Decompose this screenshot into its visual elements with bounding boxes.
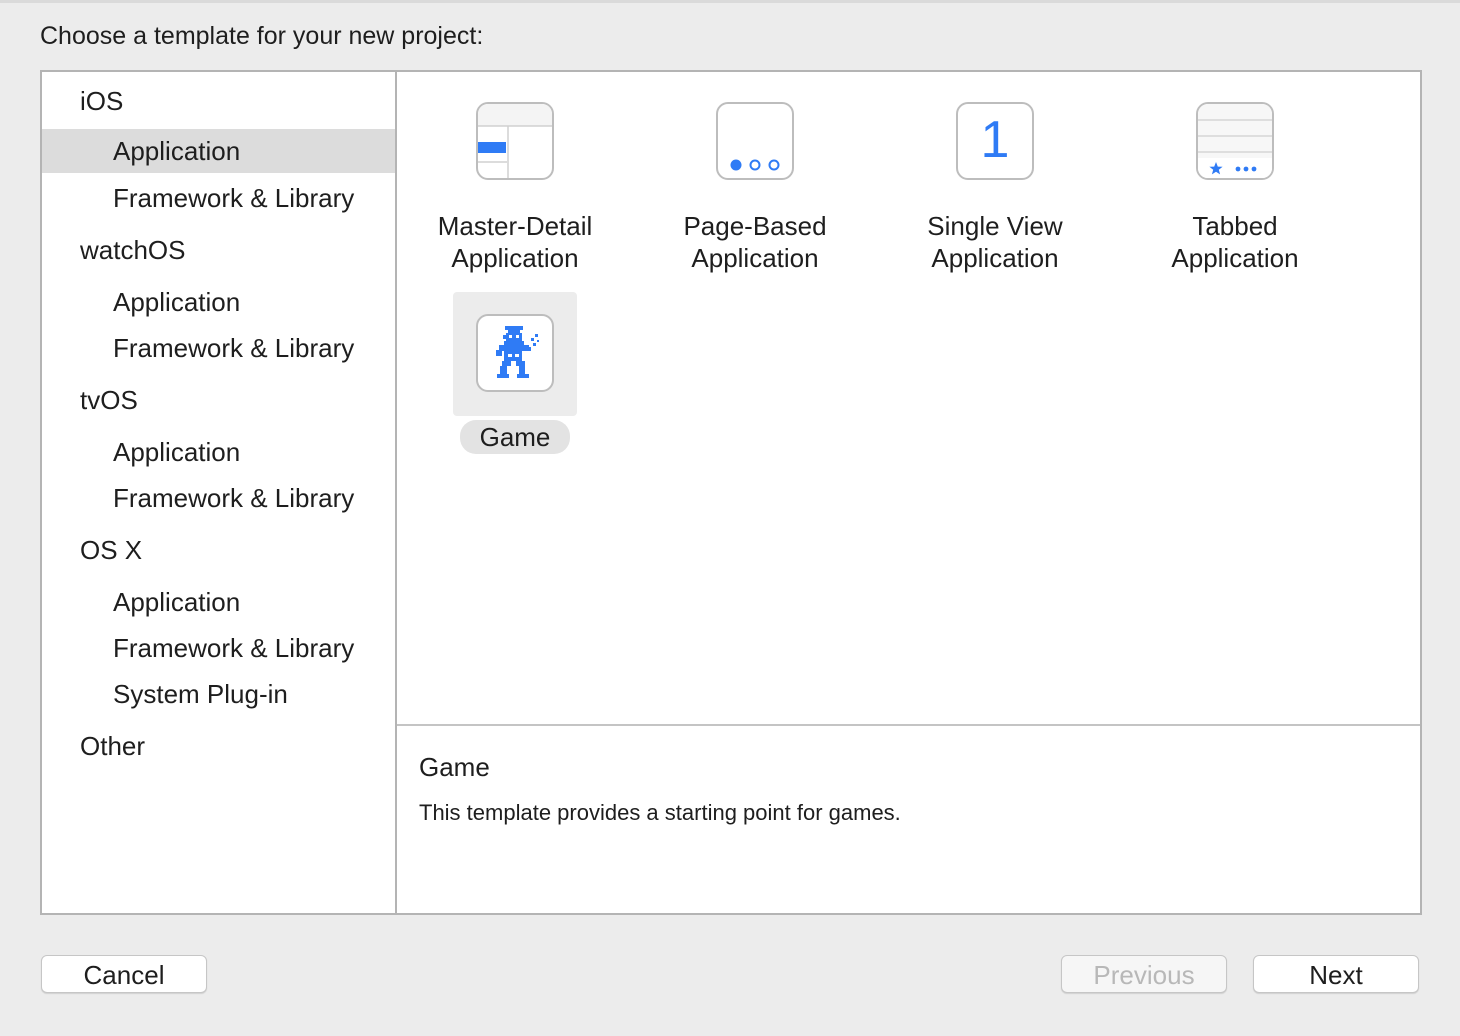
template-label-line2: Application bbox=[1171, 243, 1299, 273]
previous-button[interactable]: Previous bbox=[1061, 955, 1227, 993]
template-description: Game This template provides a starting p… bbox=[397, 726, 1420, 913]
template-single-view[interactable]: 1 Single View Application bbox=[915, 102, 1075, 274]
sidebar-header-watchos[interactable]: watchOS bbox=[42, 229, 395, 271]
sidebar-item-osx-application[interactable]: Application bbox=[42, 581, 395, 623]
template-master-detail[interactable]: Master-Detail Application bbox=[435, 102, 595, 274]
description-text: This template provides a starting point … bbox=[419, 800, 901, 825]
platform-sidebar: iOS Application Framework & Library watc… bbox=[42, 72, 397, 913]
sidebar-header-tvos[interactable]: tvOS bbox=[42, 379, 395, 421]
sidebar-item-watchos-framework-library[interactable]: Framework & Library bbox=[42, 327, 395, 369]
dialog-heading: Choose a template for your new project: bbox=[40, 22, 484, 50]
sidebar-item-osx-framework-library[interactable]: Framework & Library bbox=[42, 627, 395, 669]
sidebar-item-tvos-framework-library[interactable]: Framework & Library bbox=[42, 477, 395, 519]
template-label-line2: Application bbox=[451, 243, 579, 273]
page-dots-icon bbox=[716, 102, 794, 180]
cancel-button[interactable]: Cancel bbox=[41, 955, 207, 993]
master-detail-icon bbox=[476, 102, 554, 180]
template-grid: Master-Detail Application Page-Based App… bbox=[397, 72, 1420, 724]
sidebar-header-ios[interactable]: iOS bbox=[42, 80, 395, 122]
template-label-line2: Application bbox=[691, 243, 819, 273]
template-label-line1: Game bbox=[459, 420, 571, 454]
template-label-line1: Tabbed bbox=[1192, 211, 1278, 241]
number-one-icon: 1 bbox=[956, 102, 1034, 180]
sidebar-item-ios-framework-library[interactable]: Framework & Library bbox=[42, 177, 395, 219]
game-character-icon bbox=[476, 314, 554, 392]
window-top-edge bbox=[0, 0, 1460, 3]
sidebar-item-watchos-application[interactable]: Application bbox=[42, 281, 395, 323]
sidebar-header-osx[interactable]: OS X bbox=[42, 529, 395, 571]
template-tabbed[interactable]: Tabbed Application bbox=[1155, 102, 1315, 274]
description-title: Game bbox=[419, 752, 490, 782]
tab-bar-icon bbox=[1196, 102, 1274, 180]
next-button[interactable]: Next bbox=[1253, 955, 1419, 993]
template-chooser: iOS Application Framework & Library watc… bbox=[40, 70, 1422, 915]
template-label-line1: Master-Detail bbox=[437, 211, 593, 241]
sidebar-item-tvos-application[interactable]: Application bbox=[42, 431, 395, 473]
template-label-line2: Application bbox=[931, 243, 1059, 273]
template-label-line1: Page-Based bbox=[683, 211, 827, 241]
template-game[interactable]: Game bbox=[435, 292, 595, 454]
number-one-glyph: 1 bbox=[980, 111, 1010, 169]
sidebar-item-ios-application[interactable]: Application bbox=[42, 129, 395, 173]
sidebar-header-other[interactable]: Other bbox=[42, 725, 395, 767]
template-page-based[interactable]: Page-Based Application bbox=[675, 102, 835, 274]
sidebar-item-osx-system-plugin[interactable]: System Plug-in bbox=[42, 673, 395, 715]
template-label-line1: Single View bbox=[927, 211, 1063, 241]
